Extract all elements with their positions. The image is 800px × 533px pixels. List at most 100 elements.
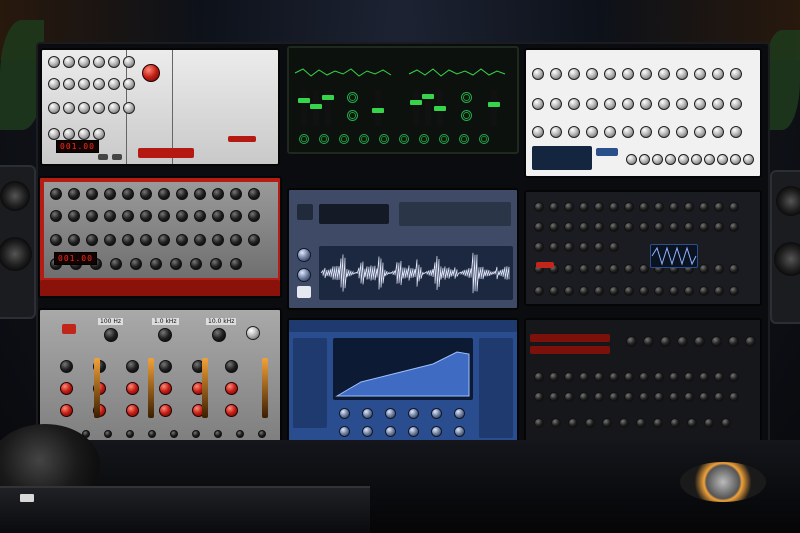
- knob[interactable]: [622, 98, 634, 110]
- knob[interactable]: [585, 418, 595, 428]
- knob[interactable]: [550, 68, 562, 80]
- knob[interactable]: [586, 126, 598, 138]
- knob[interactable]: [93, 78, 105, 90]
- silver-knob-row-1[interactable]: [48, 56, 135, 68]
- knob[interactable]: [712, 126, 724, 138]
- knob[interactable]: [214, 430, 222, 438]
- knob[interactable]: [170, 258, 182, 270]
- knob[interactable]: [624, 392, 634, 402]
- knob[interactable]: [699, 372, 709, 382]
- knob[interactable]: [534, 372, 544, 382]
- green-knob-2[interactable]: [347, 110, 358, 121]
- knob[interactable]: [50, 210, 62, 222]
- knob[interactable]: [230, 258, 242, 270]
- knob[interactable]: [130, 258, 142, 270]
- knob[interactable]: [579, 372, 589, 382]
- knob[interactable]: [299, 134, 309, 144]
- knob[interactable]: [319, 134, 329, 144]
- knob[interactable]: [579, 392, 589, 402]
- knob[interactable]: [636, 418, 646, 428]
- knob[interactable]: [108, 56, 120, 68]
- knob[interactable]: [624, 286, 634, 296]
- knob[interactable]: [339, 426, 350, 437]
- knob[interactable]: [609, 392, 619, 402]
- knob[interactable]: [123, 102, 135, 114]
- knob[interactable]: [68, 234, 80, 246]
- blackred-knob-row-3[interactable]: [534, 392, 739, 402]
- knob[interactable]: [86, 188, 98, 200]
- knob[interactable]: [704, 418, 714, 428]
- eq-freq-knob-1[interactable]: [104, 328, 118, 342]
- knob[interactable]: [122, 234, 134, 246]
- knob[interactable]: [385, 408, 396, 419]
- knob[interactable]: [258, 430, 266, 438]
- knob[interactable]: [549, 242, 559, 252]
- silver-button-1[interactable]: [112, 154, 122, 160]
- knob[interactable]: [654, 286, 664, 296]
- knob[interactable]: [93, 56, 105, 68]
- knob[interactable]: [454, 426, 465, 437]
- knob[interactable]: [63, 128, 75, 140]
- silver-red-button[interactable]: [228, 136, 256, 142]
- dark-knob-row-4[interactable]: [534, 264, 739, 274]
- knob[interactable]: [212, 188, 224, 200]
- knob[interactable]: [194, 234, 206, 246]
- knob[interactable]: [104, 210, 116, 222]
- knob[interactable]: [176, 188, 188, 200]
- knob[interactable]: [594, 242, 604, 252]
- knob[interactable]: [594, 202, 604, 212]
- knob[interactable]: [126, 430, 134, 438]
- knob[interactable]: [729, 286, 739, 296]
- knob[interactable]: [669, 392, 679, 402]
- console-fader[interactable]: [20, 494, 34, 502]
- knob[interactable]: [550, 98, 562, 110]
- blue-right-menu[interactable]: [479, 338, 513, 438]
- knob[interactable]: [694, 336, 705, 347]
- knob[interactable]: [609, 242, 619, 252]
- knob[interactable]: [714, 202, 724, 212]
- knob[interactable]: [654, 202, 664, 212]
- knob[interactable]: [532, 126, 544, 138]
- knob[interactable]: [711, 336, 722, 347]
- eq-output-knob[interactable]: [246, 326, 260, 340]
- knob[interactable]: [110, 258, 122, 270]
- blue-knob-row-2[interactable]: [339, 426, 465, 437]
- knob[interactable]: [63, 56, 75, 68]
- knob[interactable]: [225, 382, 238, 395]
- knob[interactable]: [170, 430, 178, 438]
- dark-knob-row-1[interactable]: [534, 202, 739, 212]
- knob[interactable]: [654, 372, 664, 382]
- knob[interactable]: [609, 202, 619, 212]
- knob[interactable]: [624, 222, 634, 232]
- knob[interactable]: [248, 188, 260, 200]
- knob[interactable]: [248, 234, 260, 246]
- knob[interactable]: [399, 134, 409, 144]
- green-fader-3[interactable]: [325, 90, 331, 126]
- knob[interactable]: [604, 98, 616, 110]
- green-knob-3[interactable]: [461, 92, 472, 103]
- knob[interactable]: [658, 68, 670, 80]
- knob[interactable]: [93, 128, 105, 140]
- knob[interactable]: [359, 134, 369, 144]
- knob[interactable]: [126, 360, 139, 373]
- knob[interactable]: [669, 202, 679, 212]
- knob[interactable]: [564, 222, 574, 232]
- knob[interactable]: [658, 98, 670, 110]
- blackred-knob-row-2[interactable]: [534, 372, 739, 382]
- knob[interactable]: [712, 68, 724, 80]
- knob[interactable]: [248, 210, 260, 222]
- knob[interactable]: [622, 126, 634, 138]
- knob[interactable]: [729, 372, 739, 382]
- sampler-file-browser[interactable]: [319, 204, 389, 224]
- knob[interactable]: [551, 418, 561, 428]
- knob[interactable]: [534, 242, 544, 252]
- green-fader-1[interactable]: [301, 90, 307, 126]
- knob[interactable]: [743, 154, 754, 165]
- knob[interactable]: [624, 372, 634, 382]
- knob[interactable]: [568, 418, 578, 428]
- knob[interactable]: [431, 426, 442, 437]
- knob[interactable]: [669, 372, 679, 382]
- knob[interactable]: [68, 210, 80, 222]
- knob[interactable]: [694, 68, 706, 80]
- knob[interactable]: [624, 264, 634, 274]
